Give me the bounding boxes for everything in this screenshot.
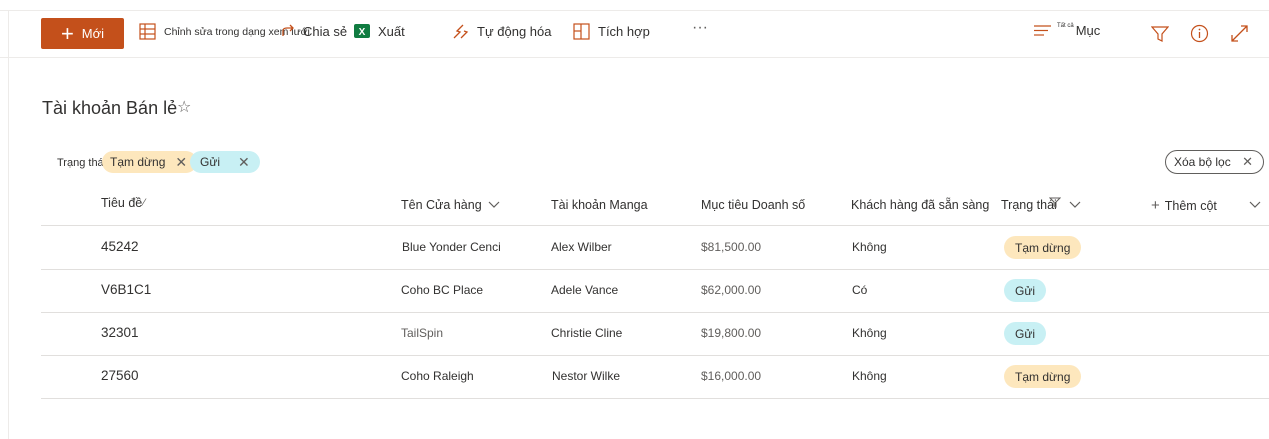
cell-title[interactable]: V6B1C1 — [101, 282, 151, 297]
status-badge: Tạm dừng — [1004, 236, 1082, 259]
expand-icon[interactable] — [1231, 25, 1248, 42]
add-column-button[interactable]: + Thêm cột — [1151, 197, 1217, 214]
chevron-down-icon[interactable] — [1249, 201, 1261, 209]
left-border — [8, 10, 9, 439]
filter-pill-paused[interactable]: Tạm dừng ✕ — [102, 151, 198, 173]
table-row[interactable]: V6B1C1 Coho BC Place Adele Vance $62,000… — [41, 269, 1269, 313]
filter-icon[interactable] — [1151, 25, 1169, 43]
column-header-label: Tài khoản Manga — [551, 198, 648, 212]
cell-target: $81,500.00 — [701, 240, 762, 254]
column-header-label: Mục tiêu Doanh số — [701, 198, 806, 212]
integrate-button[interactable]: Tích hợp — [573, 23, 650, 40]
cell-ready: Không — [852, 369, 887, 383]
cell-target: $16,000.00 — [701, 369, 762, 383]
cell-store: TailSpin — [401, 326, 444, 340]
chevron-down-icon — [488, 201, 500, 208]
flow-icon — [453, 24, 469, 39]
plus-icon: + — [1151, 197, 1160, 214]
list-view-icon — [1034, 25, 1051, 36]
cell-manager: Adele Vance — [551, 283, 619, 297]
integrate-label: Tích hợp — [598, 24, 650, 39]
filter-icon — [1048, 197, 1061, 208]
cell-target: $62,000.00 — [701, 283, 762, 297]
new-button[interactable]: + Mới — [41, 18, 124, 49]
share-icon — [282, 24, 294, 36]
clear-filters-label: Xóa bộ lọc — [1174, 155, 1231, 169]
filter-pill-label: Tạm dừng — [110, 155, 166, 169]
table-row[interactable]: 32301 TailSpin Christie Cline $19,800.00… — [41, 312, 1269, 356]
view-switcher[interactable]: Tất cả Mục — [1034, 23, 1100, 38]
column-header-label: Tên Cửa hàng — [401, 198, 482, 212]
share-button[interactable]: Chia sẻ — [281, 23, 347, 39]
status-badge: Tạm dừng — [1004, 365, 1082, 388]
status-badge: Gửi — [1004, 279, 1047, 302]
cell-title[interactable]: 45242 — [101, 239, 139, 254]
status-badge: Gửi — [1004, 322, 1047, 345]
table-row[interactable]: 27560 Coho Raleigh Nestor Wilke $16,000.… — [41, 355, 1269, 399]
close-icon[interactable]: ✕ — [175, 154, 187, 171]
column-header-status[interactable]: Trạng thái — [1001, 197, 1081, 212]
close-icon[interactable]: ✕ — [238, 154, 250, 171]
cell-manager: Christie Cline — [551, 326, 623, 340]
filter-pill-label: Gửi — [200, 155, 221, 169]
column-header-label: Khách hàng đã sẵn sàng — [851, 198, 990, 212]
cell-ready: Không — [852, 240, 887, 254]
cell-store: Coho BC Place — [401, 283, 484, 297]
favorite-star-icon[interactable]: ☆ — [177, 97, 191, 117]
column-header-manager[interactable]: Tài khoản Manga — [551, 198, 648, 212]
chevron-down-icon — [1069, 201, 1081, 208]
export-button[interactable]: X Xuất — [354, 23, 405, 39]
cell-manager: Nestor Wilke — [552, 369, 621, 383]
cell-ready: Có — [852, 283, 868, 297]
grid-icon — [139, 23, 156, 40]
view-label: Mục — [1075, 23, 1101, 38]
automate-label: Tự động hóa — [477, 24, 552, 39]
clear-filters-button[interactable]: Xóa bộ lọc ✕ — [1165, 150, 1264, 174]
svg-text:X: X — [359, 27, 366, 38]
column-header-store[interactable]: Tên Cửa hàng — [401, 198, 500, 212]
column-header-title[interactable]: Tiêu đề ⁄ — [101, 196, 145, 210]
share-label: Chia sẻ — [303, 23, 348, 39]
export-label: Xuất — [378, 23, 405, 39]
close-icon: ✕ — [1242, 154, 1253, 169]
more-options-button[interactable]: ··· — [692, 19, 708, 37]
automate-button[interactable]: Tự động hóa — [452, 23, 551, 40]
cell-title[interactable]: 32301 — [101, 325, 139, 340]
add-column-label: Thêm cột — [1164, 198, 1217, 213]
excel-icon: X — [354, 24, 370, 38]
view-small-label: Tất cả — [1057, 23, 1074, 29]
table-row[interactable]: 45242 Blue Yonder Cenci Alex Wilber $81,… — [41, 226, 1269, 270]
cell-title[interactable]: 27560 — [101, 368, 139, 383]
cell-manager: Alex Wilber — [551, 240, 612, 254]
column-header-ready[interactable]: Khách hàng đã sẵn sàng — [851, 198, 989, 212]
sort-arrow-icon: ⁄ — [143, 197, 146, 209]
more-icon: ··· — [692, 19, 708, 36]
cell-target: $19,800.00 — [701, 326, 762, 340]
plus-icon: + — [60, 20, 74, 46]
info-icon[interactable] — [1190, 24, 1209, 43]
filter-pill-sent[interactable]: Gửi ✕ — [190, 151, 260, 173]
cell-ready: Không — [852, 326, 887, 340]
column-header-target[interactable]: Mục tiêu Doanh số — [701, 198, 805, 212]
page-title: Tài khoản Bán lẻ — [42, 98, 178, 118]
integrate-icon — [573, 23, 590, 40]
command-bar: + Mới Chỉnh sửa trong dạng xem lưới Chia… — [0, 11, 1269, 58]
new-button-label: Mới — [81, 26, 105, 41]
cell-store: Blue Yonder Cenci — [402, 240, 501, 254]
cell-store: Coho Raleigh — [401, 369, 474, 383]
column-header-label: Tiêu đề — [101, 196, 143, 210]
